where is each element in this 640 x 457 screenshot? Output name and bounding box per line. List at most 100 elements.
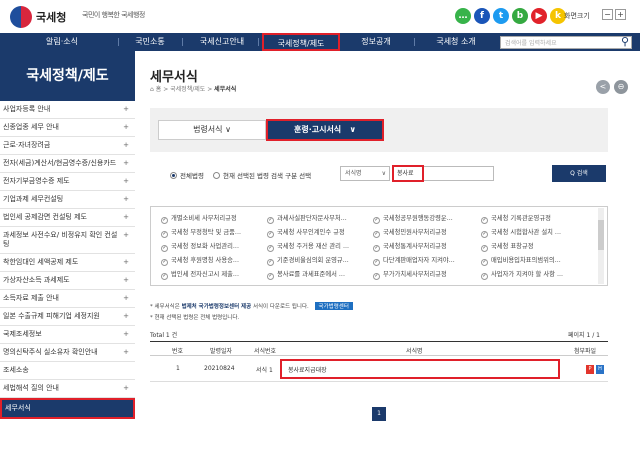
home-icon[interactable]: ⌂: [150, 86, 154, 93]
search-type-select[interactable]: 서식명 ∨: [340, 166, 390, 181]
sidebar-item[interactable]: 신종업종 세무 안내 +: [0, 119, 135, 137]
check-circle-icon[interactable]: ✓: [373, 217, 380, 224]
search-button[interactable]: Q 검색: [552, 165, 606, 182]
sidebar-item[interactable]: 세법해석 질의 안내 +: [0, 380, 135, 398]
tab-law-forms[interactable]: 법령서식 ∨: [158, 120, 266, 140]
law-center-link[interactable]: 국가법령센터: [314, 302, 353, 310]
share-button[interactable]: <: [596, 80, 610, 94]
expand-plus-icon[interactable]: +: [123, 384, 129, 393]
nav-item-tax-policy[interactable]: 국세정책/제도: [262, 33, 340, 51]
checklist-item[interactable]: ✓ 국세청공무원행동강령운...: [373, 213, 479, 224]
check-circle-icon[interactable]: ✓: [481, 217, 488, 224]
breadcrumb-parent[interactable]: 국세정책/제도: [170, 86, 205, 93]
checklist-item[interactable]: ✓ 국세청 후원명칭 사용승...: [161, 255, 267, 266]
keyword-input-extension[interactable]: [424, 166, 494, 181]
nav-item-communication[interactable]: 국민소통: [120, 33, 180, 51]
checklist-item[interactable]: ✓ 국세청 표창규정: [481, 241, 587, 252]
nav-item-disclosure[interactable]: 정보공개: [340, 33, 412, 51]
check-circle-icon[interactable]: ✓: [481, 231, 488, 238]
check-circle-icon[interactable]: ✓: [267, 273, 274, 280]
breadcrumb-home[interactable]: 홈: [156, 86, 162, 93]
sidebar-item[interactable]: 명의신탁주식 실소유자 확인안내 +: [0, 344, 135, 362]
search-input[interactable]: 검색어를 입력하세요: [505, 38, 557, 47]
facebook-icon[interactable]: f: [474, 8, 490, 24]
checklist-item[interactable]: ✓ 법인세 전자신고시 제출...: [161, 269, 267, 280]
nav-item-about[interactable]: 국세청 소개: [416, 33, 496, 51]
sidebar-item[interactable]: 국제조세정보 +: [0, 326, 135, 344]
checklist-item[interactable]: ✓ 매입비용입차표의범위의...: [481, 255, 587, 266]
youtube-icon[interactable]: ▶: [531, 8, 547, 24]
sidebar-item[interactable]: 과세정보 사전수요/ 비정유지 확인 컨설팅 +: [0, 227, 135, 254]
expand-plus-icon[interactable]: +: [123, 312, 129, 321]
check-circle-icon[interactable]: ✓: [481, 273, 488, 280]
check-circle-icon[interactable]: ✓: [161, 231, 168, 238]
sidebar-item[interactable]: 근로·자녀장려금 +: [0, 137, 135, 155]
sidebar-item[interactable]: 착한임대인 세액공제 제도 +: [0, 254, 135, 272]
expand-plus-icon[interactable]: +: [123, 294, 129, 303]
expand-plus-icon[interactable]: +: [123, 195, 129, 204]
sidebar-item[interactable]: 가상자산소득 과세제도 +: [0, 272, 135, 290]
check-circle-icon[interactable]: ✓: [481, 245, 488, 252]
check-circle-icon[interactable]: ✓: [267, 245, 274, 252]
checklist-item[interactable]: ✓ 봉사료를 과세표준에서 ...: [267, 269, 373, 280]
check-circle-icon[interactable]: ✓: [373, 259, 380, 266]
check-circle-icon[interactable]: ✓: [161, 245, 168, 252]
check-circle-icon[interactable]: ✓: [373, 273, 380, 280]
checklist-item[interactable]: ✓ 국세청 정보화 사업관리...: [161, 241, 267, 252]
keyword-input[interactable]: 봉사료: [392, 165, 424, 182]
radio-all-laws[interactable]: [170, 172, 177, 179]
sidebar-item[interactable]: 조세소송: [0, 362, 135, 380]
pagination-page-1[interactable]: 1: [372, 407, 386, 421]
checklist-item[interactable]: ✓ 국세청민원사무처리규정: [373, 227, 479, 238]
check-circle-icon[interactable]: ✓: [373, 231, 380, 238]
checklist-item[interactable]: ✓ 국세청 주거용 재산 관리 ...: [267, 241, 373, 252]
check-circle-icon[interactable]: ✓: [161, 259, 168, 266]
sidebar-item[interactable]: 사업자등록 안내 +: [0, 101, 135, 119]
checklist-item[interactable]: ✓ 기준경비율심의회 운영규...: [267, 255, 373, 266]
checklist-item[interactable]: ✓ 국세청 기록관운영규정: [481, 213, 587, 224]
expand-plus-icon[interactable]: +: [123, 123, 129, 132]
expand-plus-icon[interactable]: +: [123, 177, 129, 186]
expand-plus-icon[interactable]: +: [123, 213, 129, 222]
scrollbar-thumb[interactable]: [598, 220, 604, 250]
font-increase-button[interactable]: +: [615, 9, 626, 20]
expand-plus-icon[interactable]: +: [123, 159, 129, 168]
sidebar-item[interactable]: 일본 수출규제 피해기업 세정지원 +: [0, 308, 135, 326]
search-icon[interactable]: ⚲: [621, 35, 629, 48]
checklist-item[interactable]: ✓ 사업자가 지켜야 할 사항 ...: [481, 269, 587, 280]
check-circle-icon[interactable]: ✓: [161, 273, 168, 280]
print-button[interactable]: ⊖: [614, 80, 628, 94]
expand-plus-icon[interactable]: +: [123, 348, 129, 357]
search-box[interactable]: 검색어를 입력하세요 ⚲: [500, 35, 632, 49]
expand-plus-icon[interactable]: +: [123, 258, 129, 267]
checklist-item[interactable]: ✓ 국세청 사무인계인수 규정: [267, 227, 373, 238]
sidebar-item[interactable]: 법인세 공제감면 컨설팅 제도 +: [0, 209, 135, 227]
check-circle-icon[interactable]: ✓: [267, 217, 274, 224]
checklist-item[interactable]: ✓ 부가가치세사무처리규정: [373, 269, 479, 280]
expand-plus-icon[interactable]: +: [123, 330, 129, 339]
expand-plus-icon[interactable]: +: [123, 231, 129, 240]
sidebar-item[interactable]: 세무서식: [0, 398, 135, 419]
check-circle-icon[interactable]: ✓: [267, 259, 274, 266]
expand-plus-icon[interactable]: +: [123, 276, 129, 285]
sidebar-item[interactable]: 전자(세금)계산서/현금영수증/신용카드 +: [0, 155, 135, 173]
check-circle-icon[interactable]: ✓: [161, 217, 168, 224]
blog-icon[interactable]: b: [512, 8, 528, 24]
expand-plus-icon[interactable]: +: [123, 141, 129, 150]
font-decrease-button[interactable]: −: [602, 9, 613, 20]
radio-current-law[interactable]: [213, 172, 220, 179]
checklist-item[interactable]: ✓ 다단계판매업자자 지켜야...: [373, 255, 479, 266]
nav-item-news[interactable]: 알림·소식: [22, 33, 102, 51]
check-circle-icon[interactable]: ✓: [267, 231, 274, 238]
check-circle-icon[interactable]: ✓: [373, 245, 380, 252]
tab-directive-forms[interactable]: 훈령·고시서식 ∨: [266, 119, 384, 141]
sidebar-item[interactable]: 전자기부금영수증 제도 +: [0, 173, 135, 191]
hwp-download-icon[interactable]: H: [596, 365, 604, 374]
sidebar-item[interactable]: 소득자료 제출 안내 +: [0, 290, 135, 308]
twitter-icon[interactable]: t: [493, 8, 509, 24]
checklist-item[interactable]: ✓ 국세청 시험합사관 설치 ...: [481, 227, 587, 238]
pdf-download-icon[interactable]: P: [586, 365, 594, 374]
checklist-item[interactable]: ✓ 국세청 부정청탁 및 금품...: [161, 227, 267, 238]
checklist-item[interactable]: ✓ 국세청통계사무처리규정: [373, 241, 479, 252]
checklist-item[interactable]: ✓ 과세사실판단자문사무처...: [267, 213, 373, 224]
